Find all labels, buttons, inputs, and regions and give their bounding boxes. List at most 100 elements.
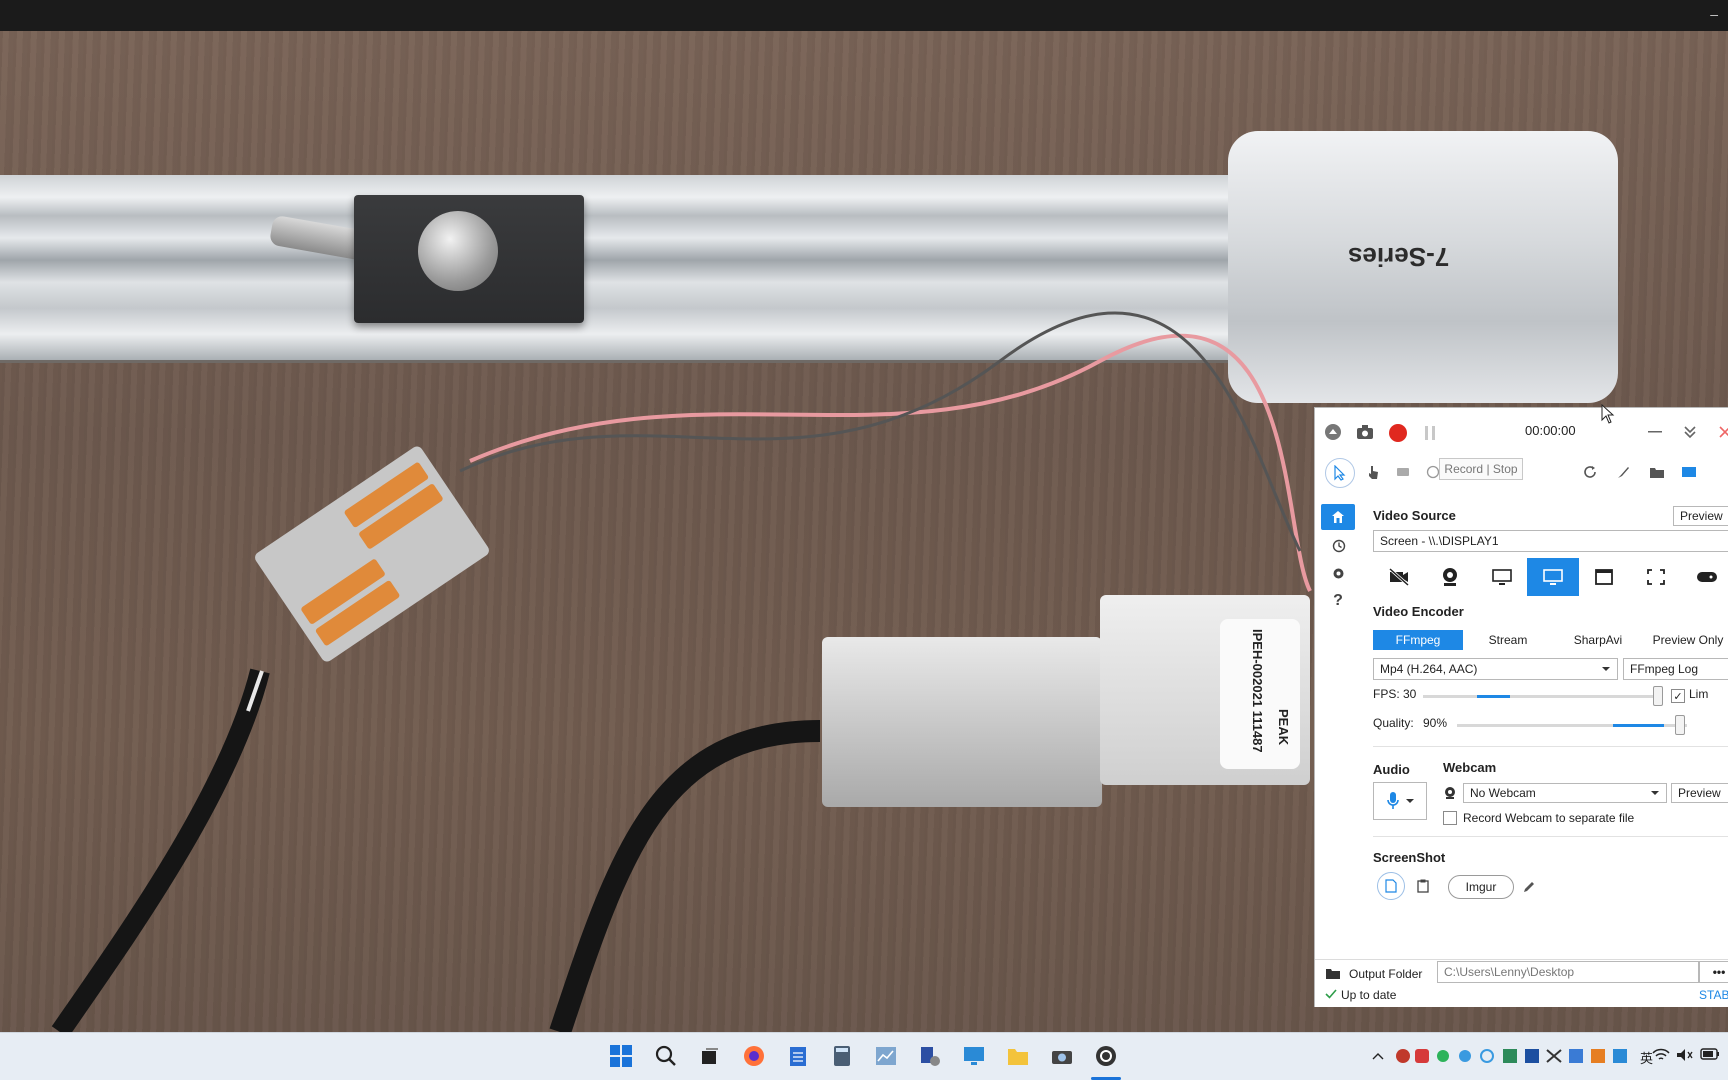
remote-desktop-icon [964, 1047, 984, 1065]
refresh-icon [1583, 465, 1596, 478]
overlay-button[interactable] [1679, 462, 1699, 482]
overlay-icon [1682, 467, 1696, 477]
webcam-select[interactable]: No Webcam [1463, 783, 1667, 803]
camera-icon[interactable] [1355, 422, 1375, 442]
windows-icon [610, 1045, 632, 1067]
quality-label: Quality: [1373, 716, 1414, 730]
video-source-field[interactable]: Screen - \\.\DISPLAY1 [1373, 530, 1728, 552]
fps-value: 30 [1403, 687, 1417, 701]
format-select[interactable]: Mp4 (H.264, AAC) [1373, 658, 1618, 680]
pause-button[interactable] [1420, 423, 1440, 443]
audio-button[interactable] [1373, 782, 1427, 820]
cursor-icon [1334, 465, 1346, 481]
region-icon [1646, 569, 1665, 585]
annotate-button[interactable] [1613, 462, 1633, 482]
nav-help[interactable]: ? [1321, 588, 1355, 614]
calculator-button[interactable] [829, 1043, 855, 1069]
tab-ffmpeg[interactable]: FFmpeg [1373, 630, 1463, 650]
battery-icon[interactable] [1700, 1048, 1720, 1063]
tab-preview-only[interactable]: Preview Only [1643, 630, 1728, 650]
minimize-window-button[interactable] [1645, 422, 1665, 442]
audio-title: Audio [1373, 762, 1410, 777]
screenshot-title: ScreenShot [1373, 850, 1446, 865]
chevron-down-icon [1602, 667, 1610, 671]
output-folder-label: Output Folder [1349, 967, 1423, 981]
help-icon: ? [1333, 592, 1343, 609]
notepad-button[interactable] [785, 1043, 811, 1069]
record-timer: 00:00:00 [1525, 423, 1576, 438]
fps-slider-thumb[interactable] [1653, 686, 1663, 706]
nav-settings[interactable] [1321, 560, 1355, 586]
imgur-button[interactable]: Imgur [1448, 875, 1514, 899]
firefox-button[interactable] [741, 1043, 767, 1069]
edit-screenshot-button[interactable] [1519, 876, 1539, 896]
minimize-icon[interactable]: – [1710, 6, 1718, 22]
source-region-button[interactable] [1630, 558, 1681, 596]
refresh-button[interactable] [1580, 462, 1600, 482]
limit-fps-checkbox[interactable]: ✓ [1671, 689, 1685, 703]
webcam-preview-button[interactable]: Preview [1671, 783, 1728, 803]
video-source-options [1373, 558, 1728, 596]
source-game-button[interactable] [1682, 558, 1728, 596]
source-none-button[interactable] [1373, 558, 1424, 596]
chart-app-button[interactable] [873, 1043, 899, 1069]
keystrokes-tool-button[interactable] [1393, 462, 1413, 482]
record-button[interactable] [1388, 423, 1408, 443]
minimize-to-tray-button[interactable] [1680, 422, 1700, 442]
tab-stream[interactable]: Stream [1463, 630, 1553, 650]
ffmpeg-log-button[interactable]: FFmpeg Log [1623, 658, 1728, 680]
file-explorer-button[interactable] [1005, 1043, 1031, 1069]
minimize-icon [1648, 431, 1662, 433]
volume-icon[interactable] [1676, 1048, 1694, 1065]
close-button[interactable] [1715, 422, 1728, 442]
microphone-icon [1387, 792, 1399, 809]
chevron-down-icon [1651, 791, 1659, 795]
task-view-button[interactable] [697, 1043, 723, 1069]
output-folder-path[interactable]: C:\Users\Lenny\Desktop [1437, 961, 1699, 983]
browse-folder-button[interactable]: ••• [1699, 961, 1728, 983]
record-icon [1389, 424, 1407, 442]
nav-history[interactable] [1321, 532, 1355, 558]
webcam-title: Webcam [1443, 760, 1497, 775]
webcam-icon [1445, 787, 1455, 799]
save-to-disk-button[interactable] [1377, 872, 1405, 900]
open-folder-button[interactable] [1647, 462, 1667, 482]
taskbar: 英 [0, 1032, 1728, 1080]
task-view-icon [702, 1048, 718, 1064]
show-hidden-icons[interactable] [1372, 1048, 1384, 1063]
source-preview-button[interactable]: Preview [1673, 506, 1728, 526]
camera-app-button[interactable] [1049, 1043, 1075, 1069]
webcam-value: No Webcam [1470, 786, 1536, 800]
fps-label: FPS: [1373, 687, 1400, 701]
clipboard-button[interactable] [1413, 876, 1433, 896]
encoder-tabs: FFmpeg Stream SharpAvi Preview Only [1373, 630, 1728, 650]
remote-desktop-button[interactable] [961, 1043, 987, 1069]
source-webcam-button[interactable] [1424, 558, 1475, 596]
cursor-tool-button[interactable] [1325, 458, 1355, 488]
start-button[interactable] [608, 1043, 634, 1069]
fps-slider[interactable] [1423, 695, 1659, 698]
no-video-icon [1388, 568, 1409, 586]
separate-file-checkbox[interactable] [1443, 811, 1457, 825]
device-app-button[interactable] [917, 1043, 943, 1069]
quality-slider[interactable] [1457, 724, 1687, 727]
gear-icon [1333, 568, 1343, 578]
collapse-icon[interactable] [1323, 422, 1343, 442]
tray-app-icons [1396, 1049, 1627, 1063]
source-display-button[interactable] [1527, 558, 1579, 596]
pause-icon [1425, 426, 1435, 440]
recorder-app-button[interactable] [1093, 1043, 1119, 1069]
window-icon [1595, 569, 1614, 585]
divider [1373, 836, 1728, 837]
tab-sharpavi[interactable]: SharpAvi [1553, 630, 1643, 650]
nav-home[interactable] [1321, 504, 1355, 530]
screen-icon [1491, 569, 1512, 585]
quality-slider-thumb[interactable] [1675, 715, 1685, 735]
quality-value: 90% [1423, 716, 1448, 730]
wifi-icon[interactable] [1652, 1048, 1670, 1065]
source-window-button[interactable] [1579, 558, 1630, 596]
click-tool-button[interactable] [1363, 462, 1383, 482]
source-screen-button[interactable] [1476, 558, 1527, 596]
search-button[interactable] [653, 1043, 679, 1069]
quality-slider-fill [1613, 724, 1664, 727]
